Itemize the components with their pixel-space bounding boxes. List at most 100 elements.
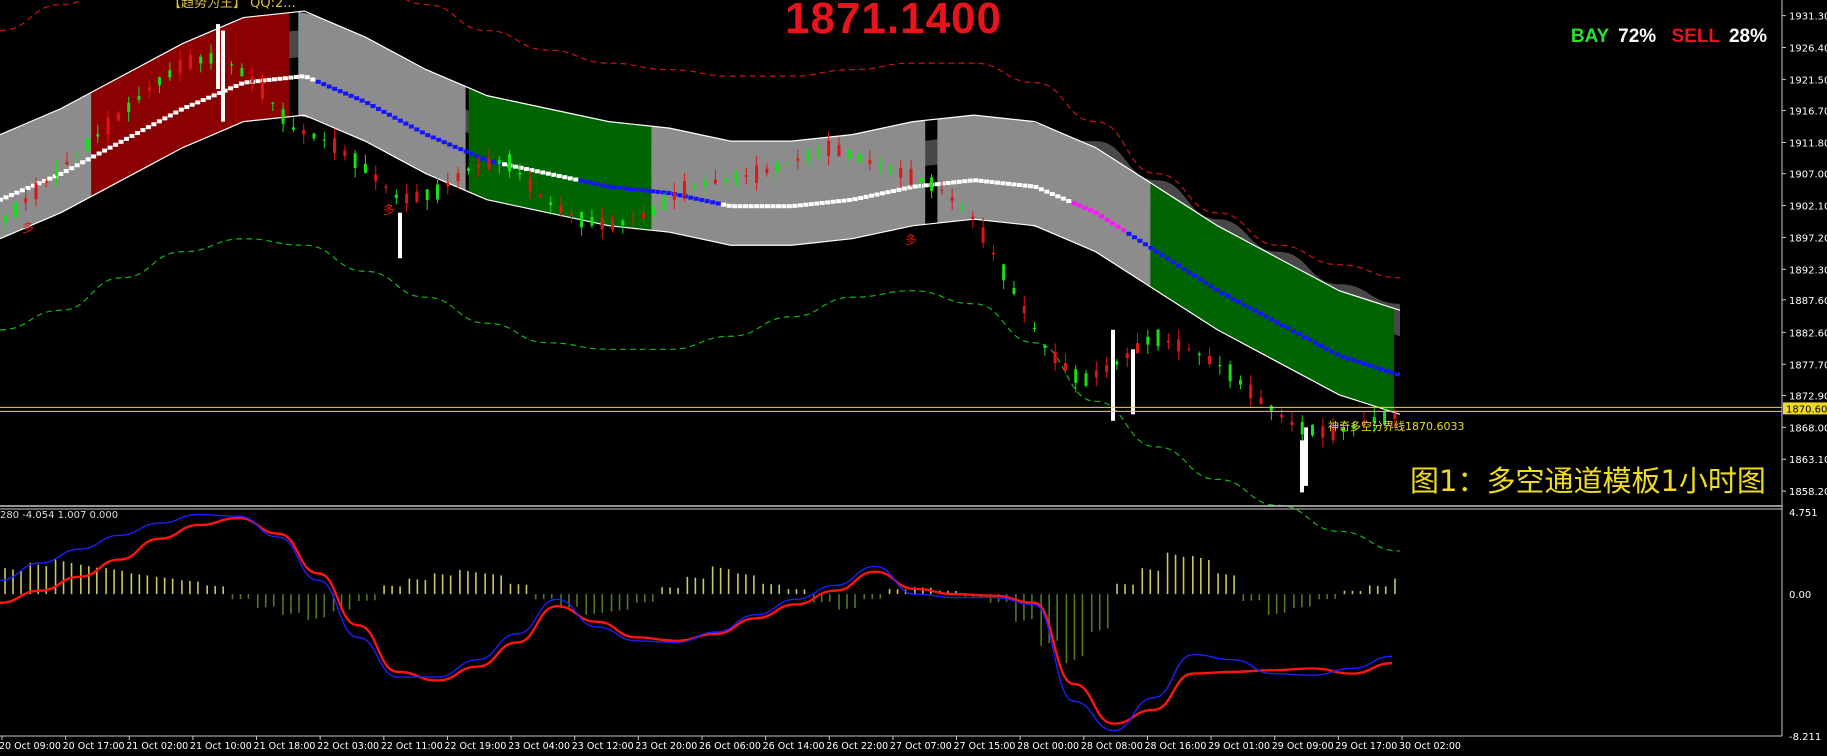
candle-body <box>827 140 831 156</box>
mid-dot <box>584 179 590 184</box>
mid-dot <box>1279 323 1285 328</box>
mid-dot <box>578 178 584 183</box>
oscillator-histogram <box>4 552 1396 664</box>
mid-dot <box>732 204 738 209</box>
candle-body <box>1290 421 1294 426</box>
spike-candle <box>221 30 225 122</box>
spike-candle <box>398 212 402 259</box>
mid-dot <box>808 202 814 207</box>
mid-dot <box>271 77 277 82</box>
mid-dot <box>901 186 907 191</box>
mid-dot <box>370 104 376 109</box>
mid-dot <box>1384 368 1389 373</box>
time-tick-label: 21 Oct 02:00 <box>126 741 188 752</box>
mid-dot <box>825 200 831 205</box>
mid-dot <box>1142 242 1148 247</box>
candle-body <box>1321 426 1325 438</box>
candle-body <box>1084 373 1088 386</box>
mid-dot <box>266 77 272 82</box>
mid-dot <box>693 196 699 201</box>
price-tick-label: 1887.60 <box>1789 296 1827 307</box>
mid-dot <box>1285 326 1291 331</box>
mid-dot <box>923 183 929 188</box>
candle-body <box>96 134 100 137</box>
mid-dot <box>1340 354 1346 359</box>
mid-dot <box>58 171 64 176</box>
mid-dot <box>638 188 644 193</box>
mid-dot <box>1033 184 1039 189</box>
mid-dot <box>759 204 765 209</box>
mid-dot <box>803 202 809 207</box>
mid-dot <box>1334 352 1340 357</box>
mid-dot <box>326 84 332 89</box>
candle-body <box>158 77 162 86</box>
mid-dot <box>1000 181 1006 186</box>
mid-dot <box>1110 221 1116 226</box>
mid-dot <box>841 198 847 203</box>
mid-dot <box>239 81 245 86</box>
mid-dot <box>337 89 343 94</box>
candle-body <box>549 202 553 205</box>
candle-body <box>1012 287 1016 294</box>
mid-dot <box>233 83 239 88</box>
mid-dot <box>912 184 918 189</box>
mid-dot <box>743 204 749 209</box>
mid-dot <box>140 128 146 133</box>
mid-dot <box>1126 231 1132 236</box>
price-tick-label: 1921.50 <box>1789 75 1827 86</box>
mid-dot <box>885 190 891 195</box>
price-tick-label: 1926.40 <box>1789 43 1827 54</box>
mid-dot <box>299 74 305 79</box>
candle-body <box>497 160 501 165</box>
mid-dot <box>655 189 661 194</box>
mid-dot <box>463 149 469 154</box>
time-tick-label: 30 Oct 02:00 <box>1399 741 1461 752</box>
mid-dot <box>310 77 316 82</box>
mid-dot <box>491 159 497 164</box>
price-tick-label: 1897.20 <box>1789 233 1827 244</box>
mid-dot <box>184 105 190 110</box>
mid-dot <box>649 189 655 194</box>
candle-body <box>1063 362 1067 371</box>
mid-dot <box>1049 191 1055 196</box>
time-tick-label: 22 Oct 19:00 <box>444 741 506 752</box>
candle-body <box>991 252 995 255</box>
candle-body <box>394 194 398 199</box>
time-tick-label: 23 Oct 12:00 <box>572 741 634 752</box>
mid-dot <box>332 86 338 91</box>
candle-body <box>858 153 862 163</box>
mid-dot <box>1373 365 1379 370</box>
candle-body <box>703 180 707 187</box>
mid-dot <box>480 156 486 161</box>
mid-dot <box>1175 263 1181 268</box>
price-tick-label: 1877.70 <box>1789 360 1827 371</box>
mid-dot <box>699 197 705 202</box>
spike-candle <box>1131 349 1135 415</box>
candle-body <box>600 217 604 230</box>
candle-body <box>1238 379 1242 385</box>
mid-dot <box>1159 252 1165 257</box>
candle-body <box>199 56 203 64</box>
spike-candle <box>1304 427 1308 486</box>
candle-body <box>1187 348 1191 350</box>
mid-dot <box>447 142 453 147</box>
mid-dot <box>69 166 75 171</box>
mid-dot <box>321 82 327 87</box>
mid-dot <box>1252 308 1258 313</box>
mid-dot <box>1027 184 1033 189</box>
mid-dot <box>206 95 212 100</box>
mid-dot <box>874 192 880 197</box>
candle-body <box>1074 369 1078 383</box>
many-marker: 多 <box>22 221 34 235</box>
mid-dot <box>1022 183 1028 188</box>
candle-body <box>1197 353 1201 356</box>
mid-dot <box>315 79 321 84</box>
candle-body <box>446 182 450 187</box>
mid-dot <box>1258 311 1263 316</box>
mid-dot <box>797 203 803 208</box>
price-tick-label: 1892.30 <box>1789 265 1827 276</box>
price-tick-label: 1902.10 <box>1789 202 1827 213</box>
mid-dot <box>458 147 464 152</box>
mid-dot <box>19 188 25 193</box>
candle-body <box>899 168 903 178</box>
